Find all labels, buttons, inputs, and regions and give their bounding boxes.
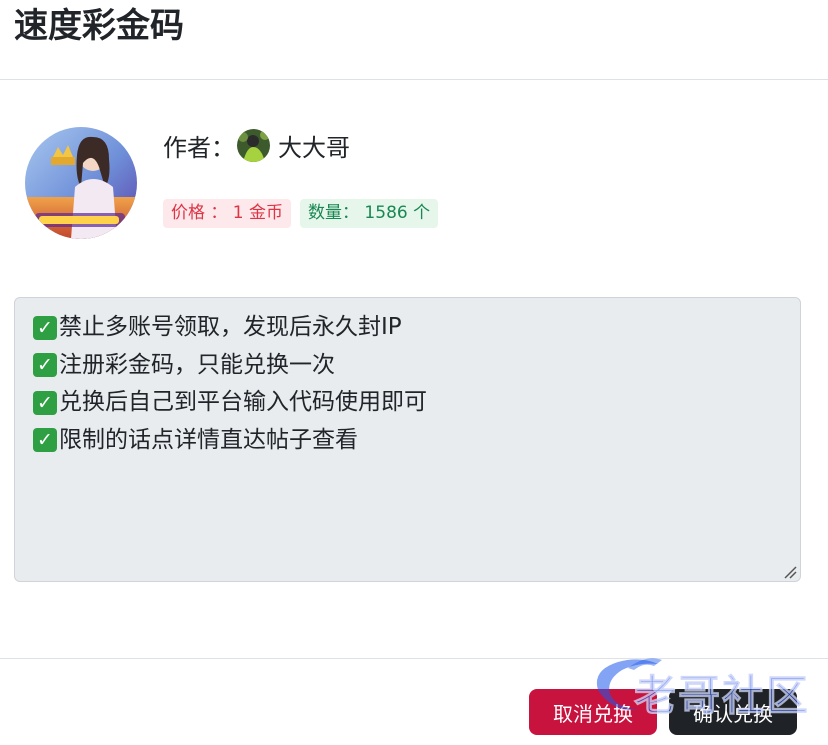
- description-textarea[interactable]: ✓ 禁止多账号领取，发现后永久封IP ✓ 注册彩金码，只能兑换一次 ✓ 兑换后自…: [14, 297, 801, 582]
- modal-footer: 取消兑换 确认兑换: [0, 658, 828, 745]
- check-icon: ✓: [33, 390, 57, 415]
- description-line: ✓ 兑换后自己到平台输入代码使用即可: [33, 384, 782, 422]
- description-line-text: 兑换后自己到平台输入代码使用即可: [59, 389, 427, 415]
- resize-handle-icon[interactable]: [783, 564, 797, 579]
- description-line: ✓ 注册彩金码，只能兑换一次: [33, 347, 782, 385]
- description-line-text: 限制的话点详情直达帖子查看: [59, 426, 358, 453]
- author-label: 作者：: [163, 133, 235, 162]
- description-line: ✓ 限制的话点详情直达帖子查看: [33, 422, 782, 460]
- modal-header: 速度彩金码: [0, 0, 828, 80]
- badge-group: 价格 ： 1 金币 数量： 1586 个: [163, 199, 439, 228]
- description-line: ✓ 禁止多账号领取，发现后永久封IP: [33, 309, 782, 347]
- page-title: 速度彩金码: [14, 6, 184, 46]
- author-line: 作者： 大大哥: [163, 128, 350, 162]
- description-line-text: 禁止多账号领取，发现后永久封IP: [59, 314, 402, 340]
- check-icon: ✓: [33, 428, 57, 453]
- author-avatar: [237, 128, 270, 162]
- quantity-badge: 数量： 1586 个: [300, 199, 439, 228]
- cancel-exchange-button[interactable]: 取消兑换: [529, 689, 657, 735]
- author-name[interactable]: 大大哥: [278, 128, 350, 163]
- product-avatar: [25, 127, 137, 239]
- price-badge: 价格 ： 1 金币: [163, 199, 292, 228]
- check-icon: ✓: [33, 353, 57, 378]
- check-icon: ✓: [33, 315, 57, 340]
- confirm-exchange-button[interactable]: 确认兑换: [669, 689, 797, 735]
- description-line-text: 注册彩金码，只能兑换一次: [59, 351, 335, 378]
